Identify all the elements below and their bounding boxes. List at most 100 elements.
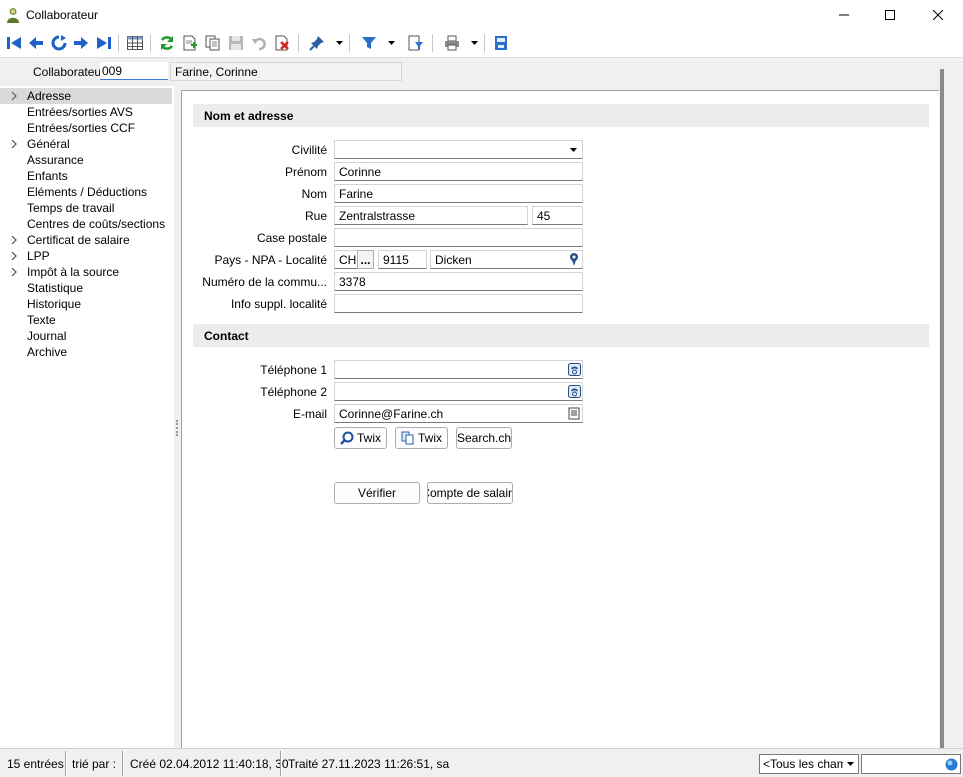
status-bar: 15 entrées trié par : Créé 02.04.2012 11… — [0, 748, 963, 777]
refresh-icon[interactable] — [157, 33, 177, 53]
copy-record-icon[interactable] — [203, 33, 223, 53]
search-ch-button[interactable]: Search.ch — [456, 427, 512, 449]
sidebar-item[interactable]: Certificat de salaire — [0, 232, 172, 248]
municipality-number-field[interactable]: 3378 — [334, 272, 583, 291]
collaborator-number-input[interactable] — [100, 62, 168, 80]
section-address: Nom et adresse — [193, 104, 929, 127]
chevron-right-icon[interactable] — [10, 250, 18, 262]
search-ch-label: Search.ch — [456, 431, 512, 445]
sidebar-item[interactable]: Impôt à la source — [0, 264, 172, 280]
sidebar-item[interactable]: Historique — [0, 296, 172, 312]
twix-search-button[interactable]: Twix — [334, 427, 387, 449]
street-field[interactable]: Zentralstrasse — [334, 206, 528, 225]
country-field[interactable]: CH — [334, 250, 358, 269]
pin-dropdown-icon[interactable] — [334, 33, 344, 53]
pin-icon[interactable] — [307, 33, 327, 53]
quick-search-input[interactable] — [861, 754, 961, 774]
sidebar-item[interactable]: Général — [0, 136, 172, 152]
status-sorted-by: trié par : — [72, 757, 117, 771]
phone2-field[interactable] — [334, 382, 583, 401]
sidebar-item[interactable]: Archive — [0, 344, 172, 360]
filter-dropdown-icon[interactable] — [386, 33, 396, 53]
sidebar-item[interactable]: Journal — [0, 328, 172, 344]
street-number-field[interactable]: 45 — [532, 206, 583, 225]
sidebar-item[interactable]: Entrées/sorties AVS — [0, 104, 172, 120]
salary-account-button[interactable]: Compte de salaire — [427, 482, 513, 504]
new-record-icon[interactable] — [180, 33, 200, 53]
collaborator-bar: Collaborateur Farine, Corinne — [0, 58, 940, 86]
field-filter-dropdown-icon[interactable] — [843, 755, 858, 773]
save-icon[interactable] — [226, 33, 246, 53]
table-view-icon[interactable] — [125, 33, 145, 53]
zip-field[interactable]: 9115 — [378, 250, 427, 269]
locality-info-field[interactable] — [334, 294, 583, 313]
splitter[interactable] — [174, 86, 181, 748]
scrollbar-thumb[interactable] — [940, 69, 944, 749]
sidebar-item[interactable]: Texte — [0, 312, 172, 328]
sidebar-item-label: Impôt à la source — [27, 265, 120, 279]
chevron-right-icon[interactable] — [10, 138, 18, 150]
sidebar-item[interactable]: Statistique — [0, 280, 172, 296]
next-record-icon[interactable] — [71, 33, 91, 53]
globe-search-icon — [945, 758, 958, 771]
sidebar-item-label: Journal — [27, 329, 67, 343]
city-field[interactable]: Dicken — [430, 250, 583, 269]
sidebar-item[interactable]: Eléments / Déductions — [0, 184, 172, 200]
print-dropdown-icon[interactable] — [469, 33, 479, 53]
po-box-field[interactable] — [334, 228, 583, 247]
last-name-field[interactable]: Farine — [334, 184, 583, 203]
civility-select[interactable] — [334, 140, 583, 159]
status-processed: Traité 27.11.2023 11:26:51, sa — [288, 757, 450, 771]
first-name-field[interactable]: Corinne — [334, 162, 583, 181]
section-contact-title: Contact — [204, 329, 249, 343]
country-lookup-button[interactable]: ... — [357, 250, 374, 269]
field-filter-select[interactable]: <Tous les champs> — [759, 754, 859, 774]
email-field[interactable]: Corinne@Farine.ch — [334, 404, 583, 423]
splitter-grip[interactable] — [176, 420, 178, 436]
export-icon[interactable] — [491, 33, 511, 53]
email-compose-icon[interactable] — [567, 406, 581, 420]
filter-icon[interactable] — [359, 33, 379, 53]
chevron-right-icon[interactable] — [10, 90, 18, 102]
chevron-right-icon[interactable] — [10, 234, 18, 246]
phone1-label: Téléphone 1 — [260, 363, 327, 377]
po-box-label: Case postale — [256, 231, 327, 245]
sidebar-item[interactable]: Adresse — [0, 88, 172, 104]
phone1-field[interactable] — [334, 360, 583, 379]
filter-settings-icon[interactable] — [406, 33, 426, 53]
delete-icon[interactable] — [272, 33, 292, 53]
sidebar-item-label: Statistique — [27, 281, 84, 295]
chevron-right-icon[interactable] — [10, 266, 18, 278]
sidebar-item-label: Adresse — [27, 89, 72, 103]
undo-icon[interactable] — [249, 33, 269, 53]
maximize-button[interactable] — [867, 0, 913, 30]
sidebar-item[interactable]: Assurance — [0, 152, 172, 168]
sidebar-item[interactable]: Entrées/sorties CCF — [0, 120, 172, 136]
minimize-button[interactable] — [821, 0, 867, 30]
collaborator-name: Farine, Corinne — [170, 62, 402, 81]
sidebar-item-label: Texte — [27, 313, 56, 327]
go-to-icon[interactable] — [49, 33, 69, 53]
sidebar-item-label: Eléments / Déductions — [27, 185, 148, 199]
sidebar-item-label: Temps de travail — [27, 201, 115, 215]
sidebar-item[interactable]: Enfants — [0, 168, 172, 184]
phone2-dial-icon[interactable] — [567, 384, 581, 398]
print-icon[interactable] — [442, 33, 462, 53]
first-record-icon[interactable] — [4, 33, 24, 53]
phone1-dial-icon[interactable] — [567, 362, 581, 376]
sidebar-item[interactable]: LPP — [0, 248, 172, 264]
twix-copy-button[interactable]: Twix — [395, 427, 448, 449]
sidebar-item-label: Certificat de salaire — [27, 233, 130, 247]
sidebar-item[interactable]: Centres de coûts/sections — [0, 216, 172, 232]
last-record-icon[interactable] — [94, 33, 114, 53]
sidebar-item[interactable]: Temps de travail — [0, 200, 172, 216]
previous-record-icon[interactable] — [26, 33, 46, 53]
close-button[interactable] — [915, 0, 961, 30]
magnifier-icon — [340, 431, 354, 445]
vertical-scrollbar[interactable] — [940, 58, 963, 749]
sidebar-item-label: Général — [27, 137, 70, 151]
sidebar-item-label: Enfants — [27, 169, 68, 183]
verify-button[interactable]: Vérifier — [334, 482, 420, 504]
civility-dropdown-icon[interactable] — [566, 141, 581, 158]
locality-lookup-icon[interactable] — [567, 252, 581, 266]
